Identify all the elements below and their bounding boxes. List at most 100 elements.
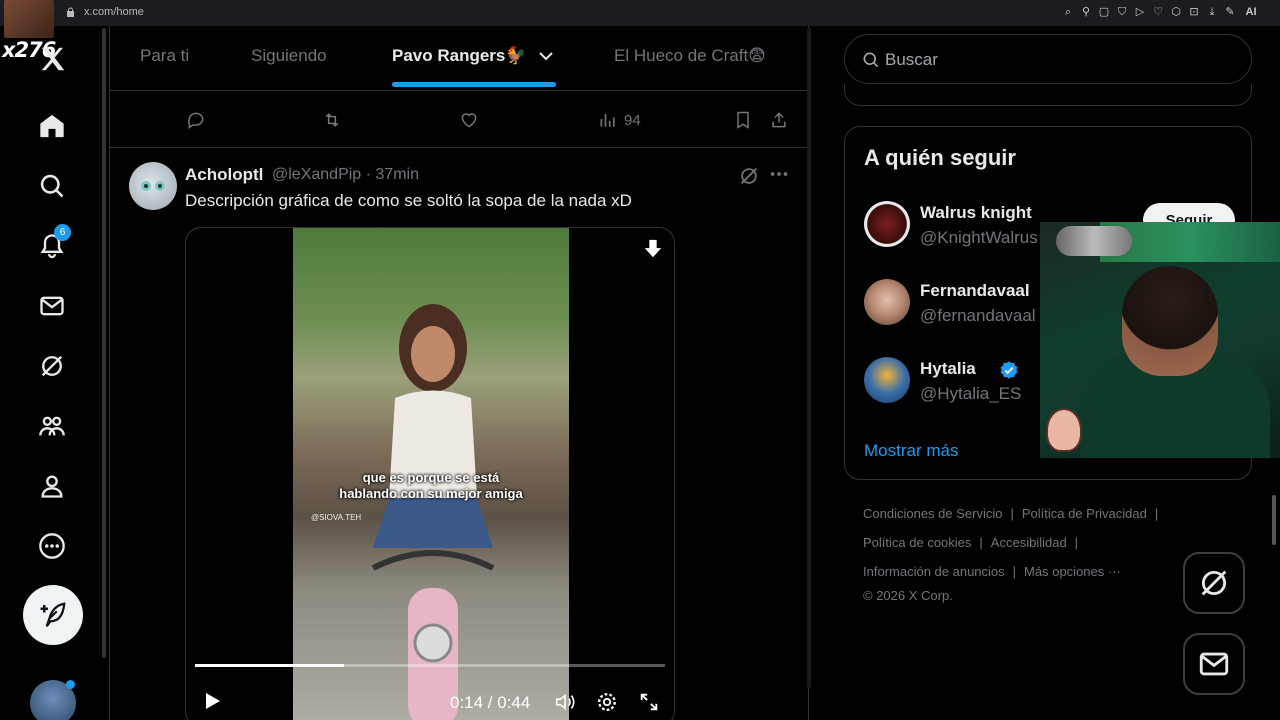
- who-to-follow-title: A quién seguir: [864, 145, 1016, 170]
- post[interactable]: Acholoptl @leXandPip · 37min Descripción…: [110, 148, 808, 720]
- x-logo-icon[interactable]: [38, 44, 68, 74]
- page-scrollbar[interactable]: [1272, 495, 1276, 545]
- previous-card-edge: [844, 84, 1252, 106]
- share-button[interactable]: [769, 110, 789, 130]
- messages-float-button[interactable]: [1183, 633, 1245, 695]
- post-video-player[interactable]: que es porque se está hablando con su me…: [185, 227, 675, 720]
- video-progress-fill: [195, 664, 345, 667]
- compose-post-button[interactable]: [23, 585, 83, 645]
- bookmark-icon: [737, 111, 749, 129]
- tab-pavo-rangers[interactable]: Pavo Rangers🐓: [392, 46, 527, 66]
- volume-icon[interactable]: [554, 691, 576, 713]
- nav-messages[interactable]: [30, 284, 74, 328]
- follow-avatar[interactable]: [864, 357, 910, 403]
- download-icon[interactable]: ⤓: [1206, 5, 1218, 19]
- video-frame[interactable]: que es porque se está hablando con su me…: [293, 228, 569, 720]
- follow-name[interactable]: Fernandavaal: [920, 281, 1030, 301]
- like-button[interactable]: [459, 110, 479, 130]
- post-text: Descripción gráfica de como se soltó la …: [185, 191, 632, 210]
- grok-float-button[interactable]: [1183, 552, 1245, 614]
- search-icon: [40, 174, 64, 198]
- play-icon[interactable]: [202, 691, 222, 711]
- show-more-link[interactable]: Mostrar más: [864, 441, 958, 461]
- reply-button[interactable]: [186, 110, 206, 130]
- mail-icon: [1199, 652, 1229, 676]
- post-author-handle[interactable]: @leXandPip · 37min: [272, 166, 419, 184]
- pin-icon[interactable]: ⚲: [1080, 5, 1092, 19]
- footer-copyright: © 2026 X Corp.: [863, 588, 953, 603]
- footer-link[interactable]: Condiciones de Servicio: [863, 506, 1002, 521]
- follow-avatar[interactable]: [864, 279, 910, 325]
- webcam-sticker: [1046, 408, 1082, 452]
- tab-siguiendo[interactable]: Siguiendo: [251, 46, 327, 66]
- tab-el-hueco-de-craft[interactable]: El Hueco de Craft😨: [614, 46, 766, 66]
- profile-icon: [41, 475, 63, 498]
- ai-extension-label[interactable]: AI: [1242, 5, 1260, 19]
- follow-handle[interactable]: @KnightWalrus: [920, 228, 1038, 248]
- follow-name[interactable]: Walrus knight: [920, 203, 1032, 223]
- play-icon[interactable]: ▷: [1134, 5, 1146, 19]
- webcam-overlay: [1040, 222, 1280, 458]
- chevron-down-icon[interactable]: [538, 50, 554, 62]
- cat-avatar-icon: [141, 181, 165, 191]
- nav-home[interactable]: [30, 104, 74, 148]
- grok-icon: [1201, 570, 1227, 596]
- post-author-name[interactable]: Acholoptl: [185, 165, 263, 185]
- shield-icon[interactable]: ⛉: [1116, 5, 1128, 19]
- video-progress-bar[interactable]: [195, 664, 665, 667]
- nav-grok[interactable]: [30, 344, 74, 388]
- nav-communities[interactable]: [30, 404, 74, 448]
- share-icon: [772, 112, 786, 128]
- zoom-icon[interactable]: ⌕: [1062, 5, 1074, 19]
- more-circle-icon: [39, 533, 65, 559]
- browser-toolbar: x.com/home ⌕ ⚲ ▢ ⛉ ▷ ♡ ⬡ ⊡ ⤓ ✎ AI: [0, 0, 1280, 26]
- nav-more[interactable]: [30, 524, 74, 568]
- notifications-badge: 6: [54, 224, 71, 241]
- timeline-tabs: Para ti Siguiendo Pavo Rangers🐓 El Hueco…: [110, 26, 808, 91]
- search-input[interactable]: [885, 49, 1225, 71]
- follow-name[interactable]: Hytalia: [920, 359, 976, 379]
- settings-gear-icon[interactable]: [596, 691, 618, 713]
- repost-button[interactable]: [322, 110, 342, 130]
- fullscreen-icon[interactable]: [638, 691, 660, 713]
- nav-notifications[interactable]: 6: [30, 224, 74, 268]
- follow-handle[interactable]: @fernandavaal: [920, 306, 1036, 326]
- download-arrow-icon[interactable]: [642, 238, 664, 260]
- edit-icon[interactable]: ✎: [1224, 5, 1236, 19]
- extensions-icon[interactable]: ⬡: [1170, 5, 1182, 19]
- main-timeline: Para ti Siguiendo Pavo Rangers🐓 El Hueco…: [109, 26, 809, 720]
- main-scrollbar[interactable]: [807, 28, 811, 688]
- home-icon: [40, 114, 64, 138]
- follow-handle[interactable]: @Hytalia_ES: [920, 384, 1021, 404]
- webcam-microphone: [1056, 226, 1132, 256]
- tab-para-ti[interactable]: Para ti: [140, 46, 189, 66]
- nav-explore[interactable]: [30, 164, 74, 208]
- nav-profile[interactable]: [30, 464, 74, 508]
- grok-icon: [41, 355, 63, 377]
- feather-plus-icon: [40, 602, 66, 627]
- post-author-avatar[interactable]: [129, 162, 177, 210]
- heart-icon[interactable]: ♡: [1152, 5, 1164, 19]
- heart-icon: [461, 113, 477, 128]
- views-count: 94: [624, 111, 641, 129]
- bookmark-button[interactable]: [733, 110, 753, 130]
- account-status-dot: [66, 680, 75, 689]
- search-box[interactable]: [844, 34, 1252, 84]
- browser-extension-icons: ⌕ ⚲ ▢ ⛉ ▷ ♡ ⬡ ⊡ ⤓ ✎ AI: [1062, 5, 1260, 19]
- footer-link[interactable]: Política de cookies: [863, 535, 971, 550]
- views-button[interactable]: 94: [598, 110, 641, 130]
- footer-link[interactable]: Más opciones ···: [1024, 564, 1121, 579]
- lock-extension-icon[interactable]: ⊡: [1188, 5, 1200, 19]
- more-options-icon[interactable]: [768, 164, 790, 184]
- left-scrollbar[interactable]: [102, 28, 106, 658]
- grok-icon[interactable]: [738, 165, 760, 187]
- footer-link[interactable]: Accesibilidad: [991, 535, 1067, 550]
- footer-link[interactable]: Política de Privacidad: [1022, 506, 1147, 521]
- verified-badge-icon: [1000, 361, 1018, 379]
- footer-link[interactable]: Información de anuncios: [863, 564, 1005, 579]
- video-watermark: @SIOVA.TEH: [311, 513, 362, 522]
- webcam-person-head: [1122, 266, 1218, 376]
- address-bar-url[interactable]: x.com/home: [84, 6, 144, 18]
- tab-icon[interactable]: ▢: [1098, 5, 1110, 19]
- follow-avatar[interactable]: [864, 201, 910, 247]
